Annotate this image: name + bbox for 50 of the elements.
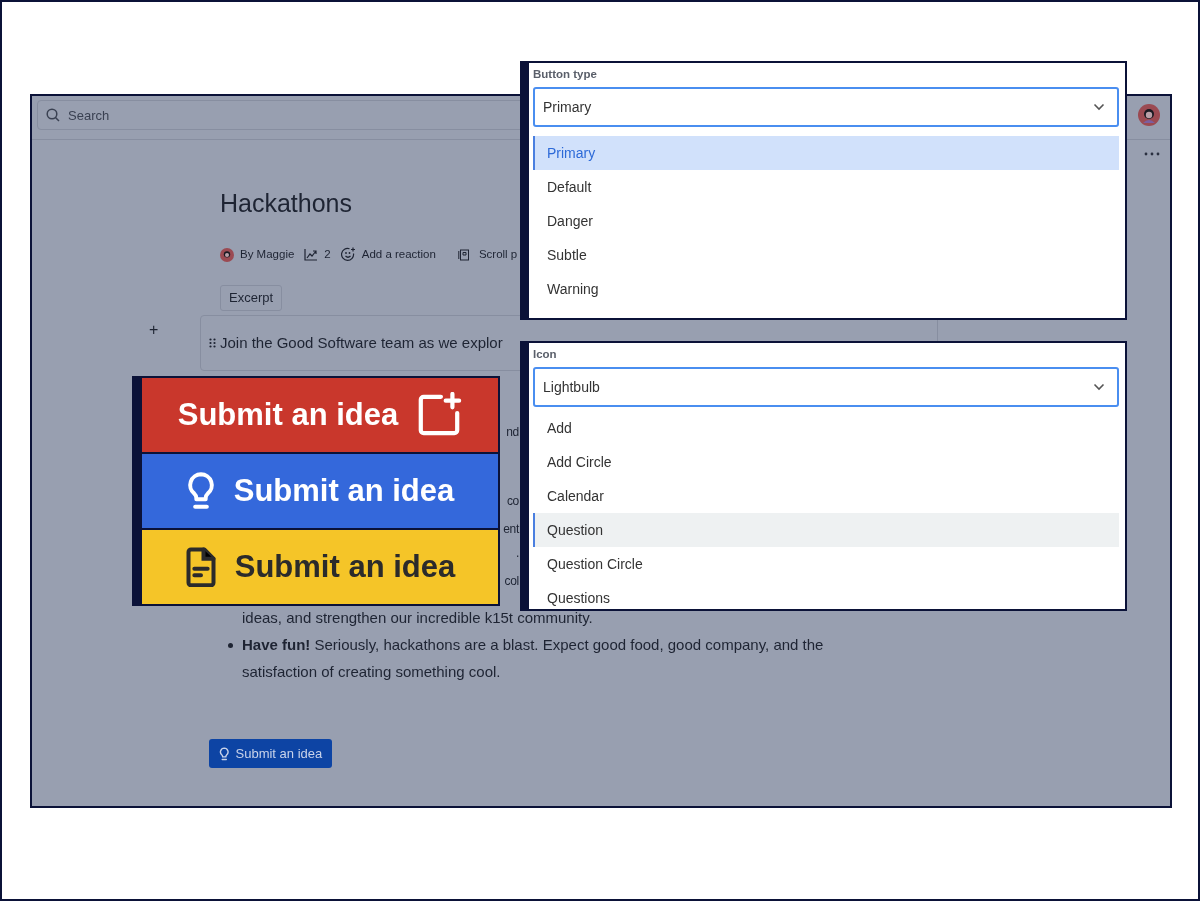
icon-label: Icon bbox=[533, 347, 558, 362]
dropdown-option[interactable]: Warning bbox=[533, 272, 1119, 307]
button-type-label: Button type bbox=[533, 67, 598, 82]
page-title: Hackathons bbox=[220, 188, 354, 218]
select-value: Lightbulb bbox=[543, 377, 600, 397]
text-fragment: col bbox=[504, 572, 519, 590]
chart-icon[interactable] bbox=[304, 248, 319, 262]
warning-button-preview[interactable]: Submit an idea bbox=[142, 530, 498, 604]
danger-button-preview[interactable]: Submit an idea bbox=[142, 378, 498, 452]
avatar bbox=[220, 247, 234, 262]
chevron-down-icon bbox=[1093, 383, 1105, 392]
icon-select[interactable]: Lightbulb bbox=[533, 367, 1119, 408]
scroll-link[interactable]: Scroll p bbox=[478, 246, 518, 264]
more-icon[interactable] bbox=[1144, 152, 1160, 156]
add-block-button[interactable]: + bbox=[149, 317, 159, 342]
avatar[interactable] bbox=[1138, 104, 1160, 126]
bullet-dot bbox=[228, 642, 233, 648]
add-reaction-icon[interactable] bbox=[340, 247, 356, 263]
select-value: Primary bbox=[543, 97, 592, 117]
page-icon[interactable] bbox=[457, 248, 469, 261]
text-fragment: ent bbox=[503, 520, 519, 538]
text-fragment: nd bbox=[506, 423, 519, 441]
text-fragment: co bbox=[506, 492, 519, 510]
lightbulb-icon bbox=[185, 471, 216, 511]
dropdown-option[interactable]: Question Circle bbox=[533, 547, 1119, 582]
view-count: 2 bbox=[324, 247, 331, 262]
excerpt-tag: Excerpt bbox=[220, 285, 283, 311]
dropdown-option[interactable]: Calendar bbox=[533, 479, 1119, 514]
dropdown-option[interactable]: Danger bbox=[533, 204, 1119, 239]
dropdown-option[interactable]: Primary bbox=[533, 136, 1119, 171]
dropdown-option[interactable]: Default bbox=[533, 170, 1119, 205]
text-fragment: . bbox=[515, 544, 519, 562]
drag-handle-icon[interactable] bbox=[209, 337, 216, 348]
dropdown-option[interactable]: Subtle bbox=[533, 238, 1119, 273]
button-type-select[interactable]: Primary bbox=[533, 87, 1119, 128]
excerpt-text: Join the Good Software team as we explor bbox=[220, 332, 503, 353]
primary-button-preview[interactable]: Submit an idea bbox=[142, 454, 498, 528]
reaction-link[interactable]: Add a reaction bbox=[361, 246, 436, 264]
document-icon bbox=[184, 547, 217, 587]
dropdown-option[interactable]: Add bbox=[533, 411, 1119, 446]
search-icon bbox=[46, 108, 60, 122]
lightbulb-icon bbox=[219, 746, 230, 761]
submit-idea-button[interactable]: Submit an idea bbox=[209, 738, 333, 769]
dropdown-option[interactable]: Question bbox=[533, 513, 1119, 548]
list-text: ideas, and strengthen our incredible k15t community. bbox=[242, 608, 593, 626]
square-plus-icon bbox=[416, 392, 463, 438]
list-text: Have fun! Seriously, hackathons are a blast. Expect good food, good company, and the satisfaction of creating something cool. bbox=[242, 635, 824, 680]
chevron-down-icon bbox=[1093, 103, 1105, 112]
author-name[interactable]: By Maggie bbox=[240, 246, 295, 264]
dropdown-option[interactable]: Add Circle bbox=[533, 445, 1119, 480]
